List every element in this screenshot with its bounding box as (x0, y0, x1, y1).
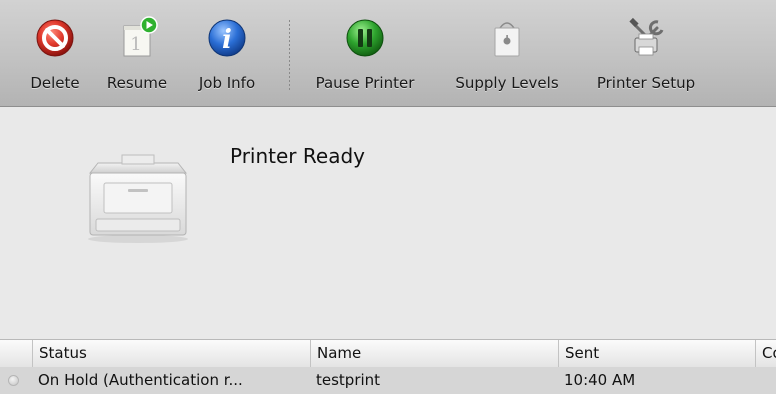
printer-icon (88, 154, 188, 243)
printer-status-text: Printer Ready (230, 144, 365, 168)
job-info-label: Job Info (198, 74, 256, 92)
job-name-cell: testprint (316, 371, 381, 389)
table-empty-area (0, 394, 776, 401)
resume-icon: 1 (123, 16, 158, 57)
column-header-status[interactable]: Status (32, 340, 310, 367)
job-sent-cell: 10:40 AM (564, 371, 636, 389)
delete-icon (36, 19, 74, 57)
printer-status-panel: Printer Ready (0, 107, 776, 339)
job-info-button[interactable]: i Job Info (186, 0, 268, 106)
supply-bag-icon (494, 22, 520, 57)
resume-label: Resume (106, 74, 168, 92)
job-status-cell: On Hold (Authentication r... (38, 371, 243, 389)
delete-label: Delete (30, 74, 80, 92)
supply-levels-button[interactable]: Supply Levels (442, 0, 572, 106)
job-table-header: Status Name Sent Co (0, 339, 776, 368)
toolbar-separator (289, 20, 290, 90)
table-row[interactable]: On Hold (Authentication r... testprint 1… (0, 367, 776, 394)
printer-setup-label: Printer Setup (596, 74, 696, 92)
column-header-completed[interactable]: Co (755, 340, 776, 367)
column-header-name[interactable]: Name (310, 340, 558, 367)
svg-text:i: i (222, 25, 232, 55)
hold-status-icon (8, 375, 19, 386)
pause-icon (346, 19, 384, 57)
supply-levels-label: Supply Levels (455, 74, 559, 92)
job-completed-cell (755, 367, 776, 394)
printer-setup-icon (629, 17, 664, 56)
column-header-sent[interactable]: Sent (558, 340, 755, 367)
resume-badge-number: 1 (130, 34, 141, 55)
column-header-indicator[interactable] (0, 340, 32, 367)
delete-button[interactable]: Delete (24, 0, 86, 106)
toolbar: Delete 1 Resume i Job Info Pause Printer… (0, 0, 776, 107)
pause-printer-button[interactable]: Pause Printer (302, 0, 428, 106)
info-icon: i (208, 19, 246, 57)
pause-printer-label: Pause Printer (315, 74, 415, 92)
printer-setup-button[interactable]: Printer Setup (586, 0, 706, 106)
resume-button[interactable]: 1 Resume (101, 0, 173, 106)
